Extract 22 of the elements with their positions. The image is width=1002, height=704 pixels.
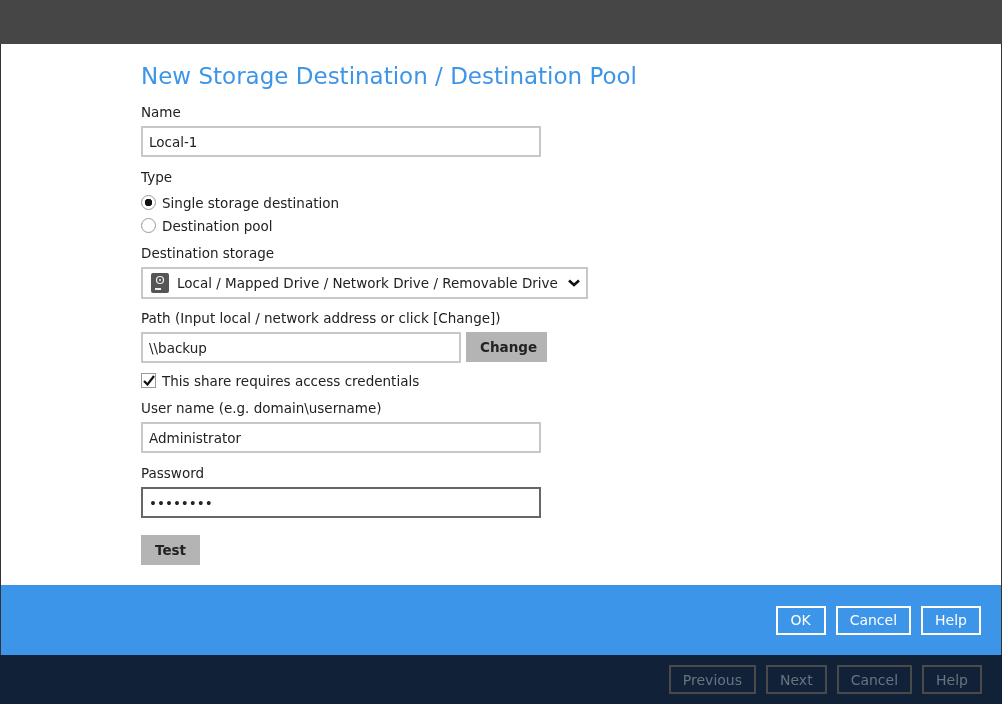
password-field[interactable]: •••••••• [141, 487, 541, 518]
field-label: Destination storage [141, 245, 275, 262]
username-field[interactable]: Administrator [141, 422, 541, 453]
name-field[interactable]: Local-1 [141, 126, 541, 157]
dialog-title: New Storage Destination / Destination Pool [141, 63, 637, 89]
path-field[interactable]: \\backup [141, 332, 461, 363]
test-button[interactable]: Test [141, 535, 200, 565]
drive-icon [151, 273, 169, 293]
radio-button[interactable] [141, 195, 156, 210]
chevron-down-icon [568, 279, 580, 287]
checkbox[interactable] [141, 373, 156, 388]
field-label: Type [141, 169, 172, 186]
destination-dropdown[interactable]: Local / Mapped Drive / Network Drive / Removable Drive [141, 267, 588, 299]
field-label: Path (Input local / network address or click [Change]) [141, 310, 501, 327]
field-label: Name [141, 104, 181, 121]
radio-label: Single storage destination [162, 194, 339, 211]
radio-button[interactable] [141, 218, 156, 233]
field-label: Password [141, 465, 205, 482]
change-button[interactable]: Change [466, 332, 547, 362]
field-label: User name (e.g. domain\username) [141, 400, 382, 417]
radio-label: Destination pool [162, 217, 273, 234]
checkbox-label: This share requires access credentials [162, 372, 420, 389]
